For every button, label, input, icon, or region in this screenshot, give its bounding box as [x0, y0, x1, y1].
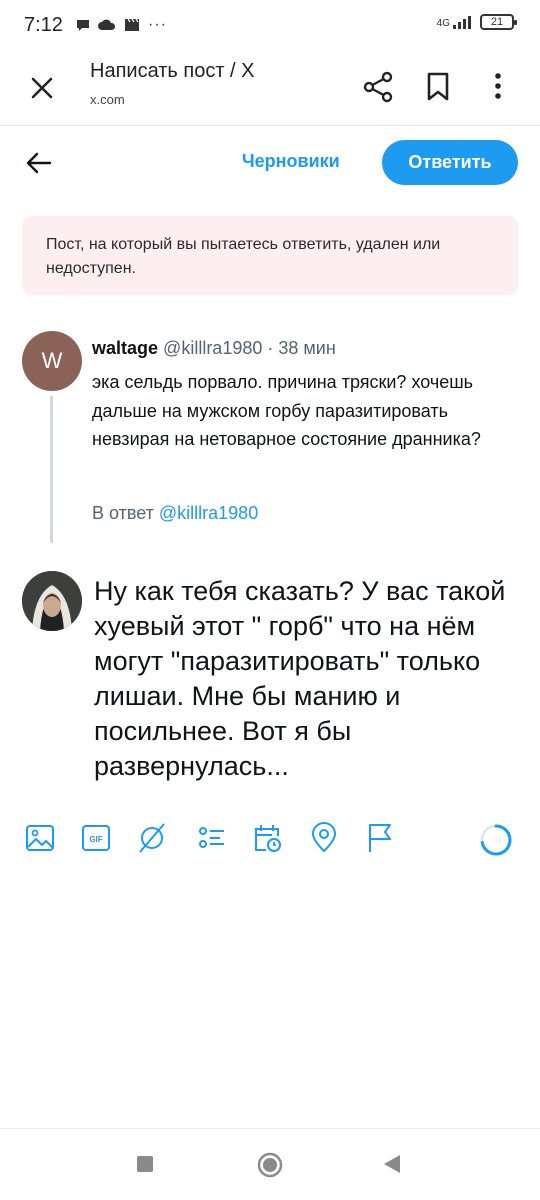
clapperboard-icon — [125, 18, 139, 31]
more-notifications-icon: ··· — [148, 16, 167, 33]
system-back-button[interactable] — [382, 1153, 402, 1175]
recent-apps-button[interactable] — [137, 1156, 153, 1172]
share-icon — [363, 71, 393, 103]
battery-level: 21 — [490, 16, 504, 28]
tweet-header: waltage @killlra1980 · 38 мин — [92, 338, 336, 359]
location-button[interactable] — [306, 818, 342, 858]
add-media-button[interactable] — [22, 818, 58, 858]
vertical-dots-icon — [495, 73, 501, 99]
status-bar: 7:12 ··· 4G 21 — [0, 0, 540, 50]
gif-icon: GIF — [82, 825, 110, 851]
author-name[interactable]: waltage — [92, 338, 158, 358]
cloud-icon — [98, 19, 116, 30]
page-title: Написать пост / X — [90, 60, 255, 82]
add-poll-button[interactable] — [194, 818, 230, 858]
location-pin-icon — [311, 822, 337, 853]
unavailable-post-notice: Пост, на который вы пытаетесь ответить, … — [22, 216, 518, 295]
battery-icon: 21 — [480, 14, 517, 30]
my-avatar[interactable] — [22, 571, 82, 631]
system-nav-bar — [0, 1128, 540, 1200]
author-handle[interactable]: @killlra1980 — [163, 338, 262, 358]
status-notification-icons: ··· — [76, 16, 167, 34]
tweet-time: 38 мин — [278, 338, 336, 358]
signal-icon — [453, 16, 471, 29]
close-icon — [31, 77, 53, 99]
status-right-icons: 4G 21 — [436, 14, 517, 30]
replying-to-handle[interactable]: @killlra1980 — [159, 503, 258, 523]
grok-icon — [139, 823, 165, 853]
flag-icon — [369, 824, 391, 852]
poll-icon — [199, 827, 224, 848]
share-button[interactable] — [360, 68, 396, 104]
drafts-link[interactable]: Черновики — [242, 151, 340, 172]
home-button[interactable] — [256, 1151, 284, 1179]
add-gif-button[interactable]: GIF — [78, 818, 114, 858]
compose-toolbar: GIF — [0, 818, 540, 864]
bookmark-button[interactable] — [420, 68, 456, 104]
flag-button[interactable] — [362, 818, 398, 858]
character-count-ring — [480, 824, 512, 856]
profile-photo — [22, 571, 82, 631]
meta-separator: · — [262, 338, 279, 358]
network-type: 4G — [436, 18, 450, 29]
close-tab-button[interactable] — [24, 70, 60, 106]
bookmark-icon — [427, 72, 449, 101]
svg-text:GIF: GIF — [89, 835, 102, 844]
chat-bubble-icon — [77, 20, 89, 31]
reply-text-input[interactable]: Ну как тебя сказать? У вас такой хуевый … — [94, 574, 526, 784]
replying-to-label: В ответ — [92, 503, 159, 523]
page-url: x.com — [90, 92, 125, 107]
image-icon — [26, 825, 54, 851]
schedule-icon — [255, 825, 281, 852]
author-avatar[interactable]: W — [22, 331, 82, 391]
grok-button[interactable] — [134, 818, 170, 858]
status-time: 7:12 — [24, 14, 63, 36]
back-button[interactable] — [22, 146, 56, 180]
more-options-button[interactable] — [480, 68, 516, 104]
thread-line — [50, 396, 53, 543]
schedule-button[interactable] — [250, 818, 286, 858]
tweet-text: эка сельдь порвало. причина тряски? хоче… — [92, 372, 481, 449]
arrow-left-icon — [26, 152, 52, 174]
browser-toolbar: Написать пост / X x.com — [0, 50, 540, 126]
reply-button[interactable]: Ответить — [382, 140, 518, 185]
replying-to: В ответ @killlra1980 — [92, 503, 258, 524]
